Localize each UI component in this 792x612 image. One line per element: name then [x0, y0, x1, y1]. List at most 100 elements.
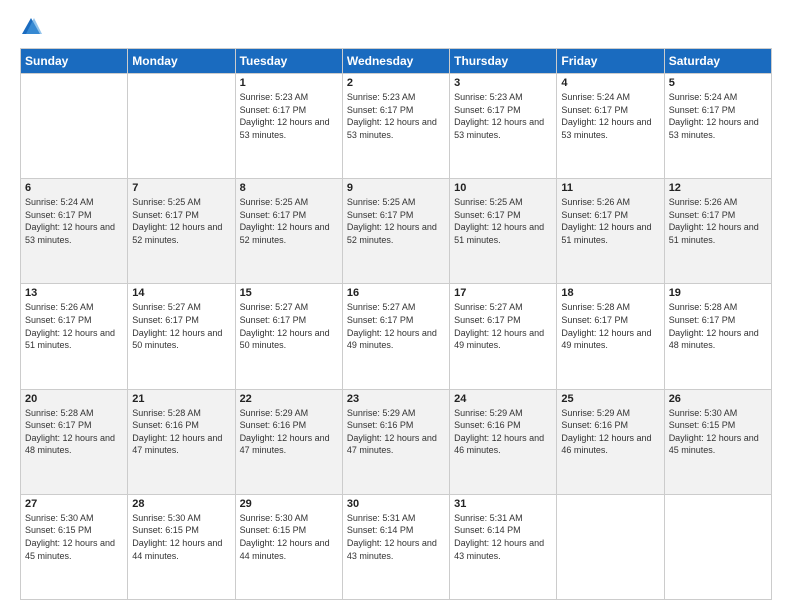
calendar-cell: 16Sunrise: 5:27 AMSunset: 6:17 PMDayligh… [342, 284, 449, 389]
day-number: 26 [669, 393, 767, 405]
calendar-cell: 27 Sunrise: 5:30 AMSunset: 6:15 PMDayligh… [21, 494, 128, 599]
day-info: Sunrise: 5:23 AMSunset: 6:17 PMDaylight:… [454, 91, 552, 141]
day-header-tuesday: Tuesday [235, 49, 342, 74]
calendar-cell: 26Sunrise: 5:30 AMSunset: 6:15 PMDayligh… [664, 389, 771, 494]
day-header-sunday: Sunday [21, 49, 128, 74]
day-info: Sunrise: 5:25 AMSunset: 6:17 PMDaylight:… [454, 196, 552, 246]
day-number: 14 [132, 287, 230, 299]
day-info: Sunrise: 5:23 AMSunset: 6:17 PMDaylight:… [240, 91, 338, 141]
week-row-2: 6 Sunrise: 5:24 AMSunset: 6:17 PMDaylight… [21, 179, 772, 284]
week-row-3: 13Sunrise: 5:26 AMSunset: 6:17 PMDayligh… [21, 284, 772, 389]
calendar-cell [21, 74, 128, 179]
day-number: 25 [561, 393, 659, 405]
day-number: 15 [240, 287, 338, 299]
day-number: 18 [561, 287, 659, 299]
calendar-cell: 23 Sunrise: 5:29 AMSunset: 6:16 PMDayligh… [342, 389, 449, 494]
day-number: 3 [454, 77, 552, 89]
calendar-cell: 1 Sunrise: 5:23 AMSunset: 6:17 PMDaylight… [235, 74, 342, 179]
day-number: 6 [25, 182, 123, 194]
calendar-cell: 8 Sunrise: 5:25 AMSunset: 6:17 PMDaylight… [235, 179, 342, 284]
day-number: 29 [240, 498, 338, 510]
day-info: Sunrise: 5:24 AMSunset: 6:17 PMDaylight:… [669, 91, 767, 141]
day-info: Sunrise: 5:24 AMSunset: 6:17 PMDaylight:… [25, 196, 123, 246]
day-info: Sunrise: 5:27 AMSunset: 6:17 PMDaylight:… [347, 301, 445, 351]
calendar-cell: 10 Sunrise: 5:25 AMSunset: 6:17 PMDayligh… [450, 179, 557, 284]
calendar-cell [664, 494, 771, 599]
day-header-monday: Monday [128, 49, 235, 74]
day-number: 22 [240, 393, 338, 405]
day-number: 28 [132, 498, 230, 510]
day-number: 10 [454, 182, 552, 194]
calendar-cell: 7 Sunrise: 5:25 AMSunset: 6:17 PMDaylight… [128, 179, 235, 284]
calendar-cell: 28 Sunrise: 5:30 AMSunset: 6:15 PMDayligh… [128, 494, 235, 599]
day-number: 19 [669, 287, 767, 299]
day-number: 11 [561, 182, 659, 194]
day-info: Sunrise: 5:25 AMSunset: 6:17 PMDaylight:… [132, 196, 230, 246]
calendar-cell: 21 Sunrise: 5:28 AMSunset: 6:16 PMDayligh… [128, 389, 235, 494]
calendar-cell: 15 Sunrise: 5:27 AMSunset: 6:17 PMDayligh… [235, 284, 342, 389]
day-info: Sunrise: 5:26 AMSunset: 6:17 PMDaylight:… [25, 301, 123, 351]
calendar-cell: 14 Sunrise: 5:27 AMSunset: 6:17 PMDayligh… [128, 284, 235, 389]
calendar-cell: 5 Sunrise: 5:24 AMSunset: 6:17 PMDaylight… [664, 74, 771, 179]
day-header-friday: Friday [557, 49, 664, 74]
day-number: 9 [347, 182, 445, 194]
day-number: 12 [669, 182, 767, 194]
calendar-cell: 22Sunrise: 5:29 AMSunset: 6:16 PMDayligh… [235, 389, 342, 494]
day-number: 4 [561, 77, 659, 89]
day-info: Sunrise: 5:24 AMSunset: 6:17 PMDaylight:… [561, 91, 659, 141]
week-row-4: 20 Sunrise: 5:28 AMSunset: 6:17 PMDayligh… [21, 389, 772, 494]
day-number: 27 [25, 498, 123, 510]
day-number: 24 [454, 393, 552, 405]
calendar-cell [128, 74, 235, 179]
day-header-thursday: Thursday [450, 49, 557, 74]
calendar-cell: 6 Sunrise: 5:24 AMSunset: 6:17 PMDaylight… [21, 179, 128, 284]
calendar-cell: 9 Sunrise: 5:25 AMSunset: 6:17 PMDaylight… [342, 179, 449, 284]
day-info: Sunrise: 5:23 AMSunset: 6:17 PMDaylight:… [347, 91, 445, 141]
day-number: 20 [25, 393, 123, 405]
day-info: Sunrise: 5:27 AMSunset: 6:17 PMDaylight:… [132, 301, 230, 351]
week-row-1: 1 Sunrise: 5:23 AMSunset: 6:17 PMDaylight… [21, 74, 772, 179]
day-header-wednesday: Wednesday [342, 49, 449, 74]
calendar-cell: 29Sunrise: 5:30 AMSunset: 6:15 PMDayligh… [235, 494, 342, 599]
day-info: Sunrise: 5:29 AMSunset: 6:16 PMDaylight:… [454, 407, 552, 457]
page: SundayMondayTuesdayWednesdayThursdayFrid… [0, 0, 792, 612]
day-info: Sunrise: 5:27 AMSunset: 6:17 PMDaylight:… [240, 301, 338, 351]
day-number: 30 [347, 498, 445, 510]
day-info: Sunrise: 5:31 AMSunset: 6:14 PMDaylight:… [347, 512, 445, 562]
day-info: Sunrise: 5:28 AMSunset: 6:17 PMDaylight:… [669, 301, 767, 351]
day-number: 5 [669, 77, 767, 89]
logo-icon [20, 16, 42, 38]
day-info: Sunrise: 5:28 AMSunset: 6:16 PMDaylight:… [132, 407, 230, 457]
logo [20, 16, 46, 38]
day-number: 7 [132, 182, 230, 194]
calendar-table: SundayMondayTuesdayWednesdayThursdayFrid… [20, 48, 772, 600]
calendar-cell: 13Sunrise: 5:26 AMSunset: 6:17 PMDayligh… [21, 284, 128, 389]
day-info: Sunrise: 5:30 AMSunset: 6:15 PMDaylight:… [25, 512, 123, 562]
day-info: Sunrise: 5:28 AMSunset: 6:17 PMDaylight:… [25, 407, 123, 457]
day-info: Sunrise: 5:29 AMSunset: 6:16 PMDaylight:… [561, 407, 659, 457]
day-info: Sunrise: 5:25 AMSunset: 6:17 PMDaylight:… [240, 196, 338, 246]
day-info: Sunrise: 5:26 AMSunset: 6:17 PMDaylight:… [669, 196, 767, 246]
calendar-cell [557, 494, 664, 599]
calendar-cell: 19 Sunrise: 5:28 AMSunset: 6:17 PMDayligh… [664, 284, 771, 389]
day-number: 8 [240, 182, 338, 194]
day-info: Sunrise: 5:29 AMSunset: 6:16 PMDaylight:… [347, 407, 445, 457]
day-number: 1 [240, 77, 338, 89]
day-info: Sunrise: 5:25 AMSunset: 6:17 PMDaylight:… [347, 196, 445, 246]
day-info: Sunrise: 5:26 AMSunset: 6:17 PMDaylight:… [561, 196, 659, 246]
calendar-cell: 31Sunrise: 5:31 AMSunset: 6:14 PMDayligh… [450, 494, 557, 599]
calendar-cell: 4 Sunrise: 5:24 AMSunset: 6:17 PMDaylight… [557, 74, 664, 179]
day-header-saturday: Saturday [664, 49, 771, 74]
day-number: 31 [454, 498, 552, 510]
calendar-cell: 25 Sunrise: 5:29 AMSunset: 6:16 PMDayligh… [557, 389, 664, 494]
calendar-cell: 2Sunrise: 5:23 AMSunset: 6:17 PMDaylight… [342, 74, 449, 179]
day-number: 23 [347, 393, 445, 405]
calendar-cell: 18Sunrise: 5:28 AMSunset: 6:17 PMDayligh… [557, 284, 664, 389]
day-number: 21 [132, 393, 230, 405]
header [20, 16, 772, 38]
calendar-cell: 30 Sunrise: 5:31 AMSunset: 6:14 PMDayligh… [342, 494, 449, 599]
week-row-5: 27 Sunrise: 5:30 AMSunset: 6:15 PMDayligh… [21, 494, 772, 599]
day-info: Sunrise: 5:27 AMSunset: 6:17 PMDaylight:… [454, 301, 552, 351]
day-info: Sunrise: 5:30 AMSunset: 6:15 PMDaylight:… [132, 512, 230, 562]
calendar-cell: 3 Sunrise: 5:23 AMSunset: 6:17 PMDaylight… [450, 74, 557, 179]
